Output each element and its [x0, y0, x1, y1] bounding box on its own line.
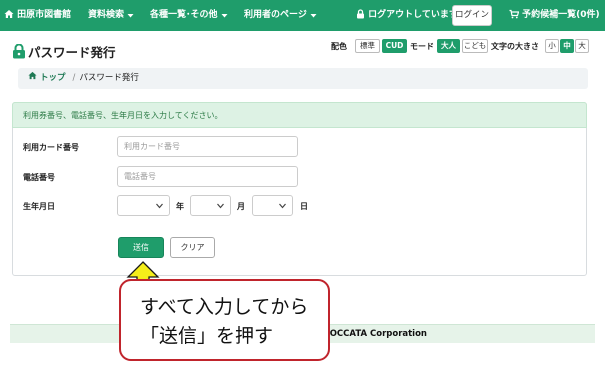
card-number-label: 利用カード番号	[23, 143, 79, 152]
breadcrumb-current: パスワード発行	[79, 73, 139, 83]
lock-icon	[13, 43, 25, 59]
nav-user-page-label: 利用者のページ	[244, 10, 307, 20]
year-unit: 年	[176, 202, 184, 211]
login-button[interactable]: ログイン	[452, 5, 492, 26]
logout-status: ログアウトしています	[356, 0, 458, 31]
breadcrumb-separator: /	[72, 73, 76, 83]
birth-day-select[interactable]	[252, 195, 293, 216]
submit-button[interactable]: 送信	[118, 237, 164, 258]
breadcrumb: トップ / パスワード発行	[18, 68, 588, 89]
top-nav: 田原市図書館 資料検索 各種一覧･その他 利用者のページ ログアウトしています …	[0, 0, 605, 31]
chevron-down-icon	[217, 203, 224, 209]
caret-down-icon	[127, 14, 134, 18]
day-unit: 日	[300, 202, 308, 211]
nav-user-page-menu[interactable]: 利用者のページ	[244, 0, 317, 31]
phone-input[interactable]	[117, 166, 298, 187]
nav-home-link[interactable]: 田原市図書館	[4, 0, 71, 31]
month-unit: 月	[237, 202, 245, 211]
cart-icon	[509, 9, 520, 19]
chevron-down-icon	[279, 203, 286, 209]
nav-search-label: 資料検索	[88, 10, 125, 20]
mode-child-button[interactable]: こども	[462, 39, 488, 53]
logout-status-text: ログアウトしています	[368, 10, 458, 20]
birth-month-select[interactable]	[190, 195, 231, 216]
color-label: 配色	[331, 42, 347, 51]
font-medium-button[interactable]: 中	[560, 39, 574, 53]
breadcrumb-top-link[interactable]: トップ	[28, 71, 68, 83]
page-title-text: パスワード発行	[28, 45, 116, 60]
mode-adult-button[interactable]: 大人	[437, 39, 460, 53]
nav-search-menu[interactable]: 資料検索	[88, 0, 134, 31]
card-number-input[interactable]	[117, 136, 298, 157]
color-cud-button[interactable]: CUD	[382, 39, 407, 53]
form-panel	[12, 102, 587, 276]
caret-down-icon	[221, 14, 228, 18]
font-small-button[interactable]: 小	[545, 39, 559, 53]
font-large-button[interactable]: 大	[575, 39, 589, 53]
phone-label: 電話番号	[23, 173, 55, 182]
breadcrumb-top-label: トップ	[39, 73, 66, 83]
caret-down-icon	[310, 14, 317, 18]
reserve-cart-link[interactable]: 予約候補一覧(0件)	[509, 0, 600, 31]
lock-icon	[357, 9, 364, 19]
home-icon	[28, 71, 37, 80]
birth-year-select[interactable]	[117, 195, 170, 216]
form-notice: 利用券番号、電話番号、生年月日を入力してください。	[12, 102, 587, 128]
library-name: 田原市図書館	[17, 10, 72, 20]
nav-lists-menu[interactable]: 各種一覧･その他	[150, 0, 228, 31]
chevron-down-icon	[156, 203, 163, 209]
instruction-callout: すべて入力してから 「送信」を押す	[119, 279, 330, 361]
home-icon	[4, 10, 14, 18]
callout-line-2: 「送信」を押す	[140, 325, 274, 347]
nav-lists-label: 各種一覧･その他	[150, 10, 218, 20]
reserve-cart-label: 予約候補一覧(0件)	[522, 10, 600, 20]
birthdate-label: 生年月日	[23, 202, 55, 211]
mode-label: モード	[410, 42, 434, 51]
clear-button[interactable]: クリア	[170, 237, 215, 258]
color-standard-button[interactable]: 標準	[355, 39, 380, 53]
callout-line-1: すべて入力してから	[140, 296, 309, 318]
page-title: パスワード発行	[12, 42, 116, 61]
font-size-label: 文字の大きさ	[491, 42, 539, 51]
